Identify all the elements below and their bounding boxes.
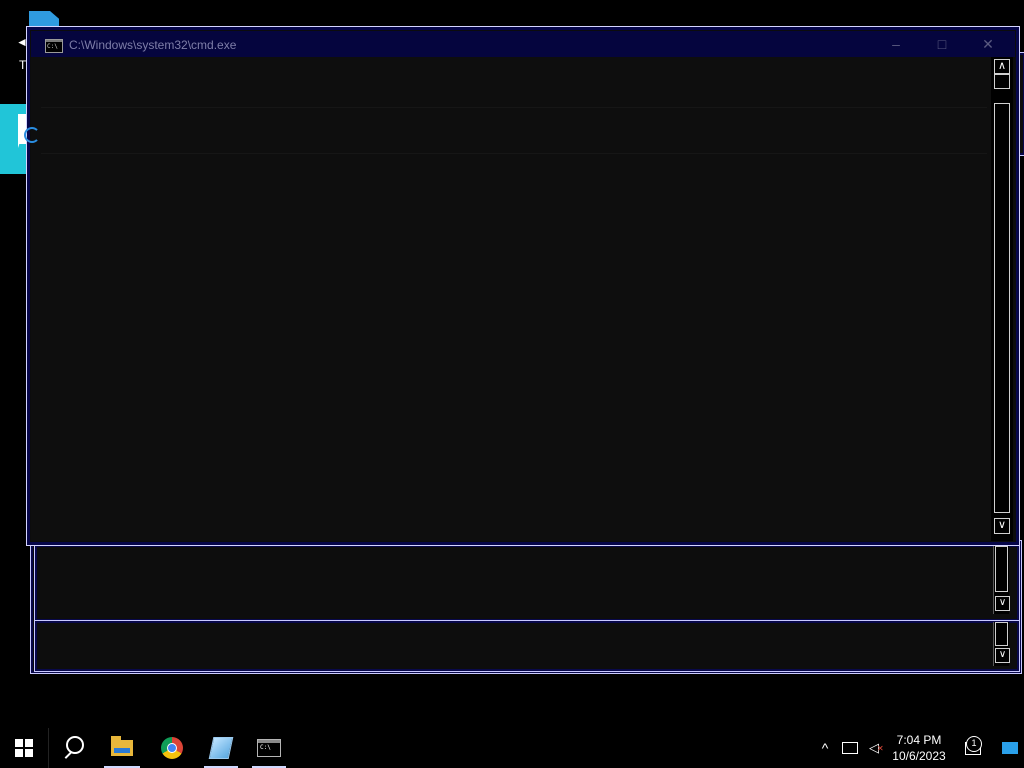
windows-logo-icon <box>15 739 33 757</box>
window-title: C:\Windows\system32\cmd.exe <box>69 38 237 52</box>
clock-time: 7:04 PM <box>896 733 942 747</box>
taskbar-chrome[interactable] <box>150 728 194 768</box>
cmd-icon: C:\ <box>257 739 281 757</box>
search-icon <box>66 736 84 754</box>
scroll-down-button[interactable]: ∨ <box>994 518 1010 534</box>
ghost-console-frame-lower <box>34 620 1020 672</box>
action-center-button[interactable]: 1 <box>956 728 990 768</box>
taskbar-cmd[interactable]: C:\ <box>248 728 290 768</box>
clock-date: 10/6/2023 <box>892 749 946 763</box>
ghost-scrollbar-lower: ∨ <box>993 622 1010 666</box>
title-bar[interactable]: C:\ C:\Windows\system32\cmd.exe – □ ✕ <box>31 31 1015 57</box>
taskbar: C:\ ^ ◁ ✕ 7:04 PM 10/6/2023 1 <box>0 728 1024 768</box>
ghost-console-frame-upper <box>34 544 1020 622</box>
scroll-thumb[interactable] <box>994 73 1010 89</box>
maximize-button[interactable]: □ <box>919 31 965 57</box>
start-button[interactable] <box>0 728 49 768</box>
close-button[interactable]: ✕ <box>965 31 1011 57</box>
ghost-scrollbar: ∨ <box>993 546 1010 614</box>
notepad-icon <box>208 737 234 759</box>
scroll-track[interactable] <box>994 103 1010 513</box>
cmd-window[interactable]: C:\ C:\Windows\system32\cmd.exe – □ ✕ ∧ … <box>26 26 1020 546</box>
notification-count-badge: 1 <box>966 736 982 752</box>
search-button[interactable] <box>48 728 96 768</box>
cmd-app-icon: C:\ <box>45 39 63 53</box>
desktop-preview-icon <box>1002 742 1018 754</box>
busy-spinner-icon <box>24 127 40 143</box>
folder-icon <box>111 736 133 756</box>
volume-muted-icon[interactable]: ◁ ✕ <box>862 728 886 768</box>
vertical-scrollbar[interactable]: ∧ ∨ <box>991 57 1013 541</box>
chrome-icon <box>161 737 183 759</box>
show-hidden-icons-button[interactable]: ^ <box>812 728 838 768</box>
mouse-pointer-icon <box>18 130 24 148</box>
taskbar-notepad[interactable] <box>200 728 242 768</box>
minimize-button[interactable]: – <box>873 31 919 57</box>
show-desktop-button[interactable] <box>996 728 1024 768</box>
network-icon[interactable] <box>838 728 862 768</box>
console-output-area[interactable] <box>31 57 997 541</box>
taskbar-file-explorer[interactable] <box>100 728 144 768</box>
clock[interactable]: 7:04 PM 10/6/2023 <box>886 728 952 768</box>
